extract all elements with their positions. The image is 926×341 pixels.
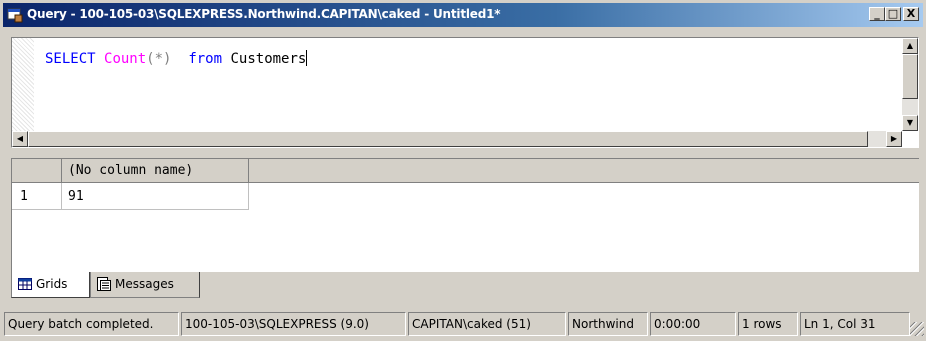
scroll-left-icon[interactable]: ◀	[12, 131, 28, 147]
grid-header-row: (No column name)	[12, 159, 919, 183]
vertical-scroll-thumb[interactable]	[902, 54, 918, 99]
grid-corner[interactable]	[12, 159, 62, 183]
query-editor[interactable]: SELECT Count(*) from Customers ▲ ▼ ◀ ▶	[11, 37, 919, 148]
status-database: Northwind	[568, 312, 648, 336]
status-user: CAPITAN\caked (51)	[408, 312, 566, 336]
tab-grids[interactable]: Grids	[11, 272, 90, 298]
results-tabs: Grids Messages	[11, 272, 919, 308]
scroll-down-icon[interactable]: ▼	[902, 115, 918, 131]
editor-vertical-scrollbar[interactable]: ▲ ▼	[902, 38, 918, 131]
status-server: 100-105-03\SQLEXPRESS (9.0)	[181, 312, 406, 336]
row-number[interactable]: 1	[12, 183, 62, 210]
minimize-button[interactable]: _	[869, 7, 885, 21]
messages-icon	[97, 277, 111, 291]
close-button[interactable]: X	[903, 7, 919, 21]
maximize-button[interactable]: □	[885, 7, 901, 21]
status-elapsed: 0:00:00	[650, 312, 736, 336]
status-rows: 1 rows	[738, 312, 798, 336]
count-args: (*)	[146, 51, 172, 67]
text-caret	[306, 50, 308, 66]
grid-icon	[18, 278, 32, 290]
status-message: Query batch completed.	[4, 312, 179, 336]
tab-grids-label: Grids	[36, 277, 68, 291]
editor-horizontal-scrollbar[interactable]: ◀ ▶	[12, 131, 902, 147]
tab-messages[interactable]: Messages	[90, 272, 200, 298]
function-count: Count	[104, 51, 147, 67]
keyword-select: SELECT	[45, 51, 96, 67]
table-name: Customers	[230, 51, 307, 67]
query-text[interactable]: SELECT Count(*) from Customers	[45, 50, 308, 67]
keyword-from: from	[188, 51, 223, 67]
status-position: Ln 1, Col 31	[800, 312, 910, 336]
window-title: Query - 100-105-03\SQLEXPRESS.Northwind.…	[27, 7, 501, 21]
results-grid[interactable]: (No column name) 1 91	[11, 158, 919, 272]
status-bar: Query batch completed. 100-105-03\SQLEXP…	[4, 312, 924, 336]
query-window: Query - 100-105-03\SQLEXPRESS.Northwind.…	[0, 0, 926, 341]
result-cell[interactable]: 91	[62, 183, 249, 210]
scroll-right-icon[interactable]: ▶	[886, 131, 902, 147]
table-row[interactable]: 1 91	[12, 183, 249, 210]
query-app-icon	[7, 8, 23, 23]
scroll-up-icon[interactable]: ▲	[902, 38, 918, 54]
editor-margin	[12, 38, 34, 131]
column-header[interactable]: (No column name)	[62, 159, 249, 183]
horizontal-scroll-thumb[interactable]	[28, 131, 868, 147]
tab-messages-label: Messages	[115, 277, 174, 291]
pane-splitter[interactable]	[11, 148, 919, 158]
title-bar[interactable]: Query - 100-105-03\SQLEXPRESS.Northwind.…	[3, 3, 923, 27]
resize-grip-icon[interactable]	[910, 322, 924, 336]
